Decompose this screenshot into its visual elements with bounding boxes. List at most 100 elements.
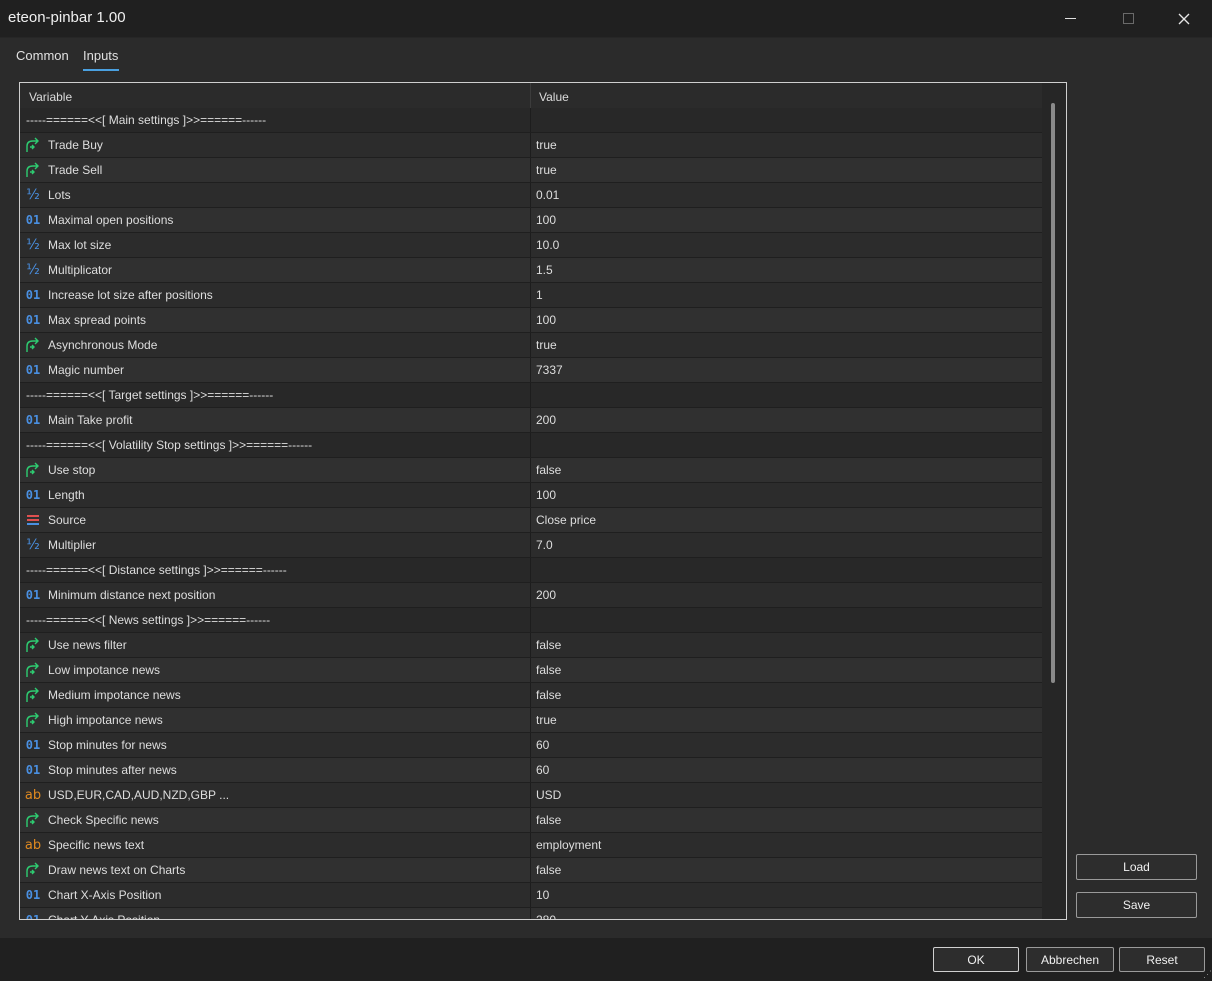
variable-value[interactable]: true (536, 338, 557, 352)
table-row[interactable]: ½ Multiplier 7.0 (20, 533, 1042, 558)
table-row[interactable]: Medium impotance news false (20, 683, 1042, 708)
variable-name: Magic number (48, 363, 125, 377)
variable-value[interactable]: true (536, 138, 557, 152)
table-row[interactable]: Asynchronous Mode true (20, 333, 1042, 358)
table-row[interactable]: Source Close price (20, 508, 1042, 533)
integer-icon: 01 (24, 361, 42, 379)
table-row[interactable]: Use news filter false (20, 633, 1042, 658)
scrollbar-thumb[interactable] (1051, 103, 1055, 683)
variable-value[interactable]: 7337 (536, 363, 563, 377)
bool-arrow-icon (24, 661, 42, 679)
variable-value[interactable]: false (536, 663, 561, 677)
reset-button[interactable]: Reset (1119, 947, 1205, 972)
column-header-variable[interactable]: Variable (29, 90, 72, 104)
cancel-button[interactable]: Abbrechen (1026, 947, 1114, 972)
variable-value[interactable]: 200 (536, 588, 556, 602)
variable-value[interactable]: 60 (536, 738, 549, 752)
variable-name: Medium impotance news (48, 688, 181, 702)
table-row[interactable]: Check Specific news false (20, 808, 1042, 833)
table-row[interactable]: High impotance news true (20, 708, 1042, 733)
string-ab-icon-glyph: ab (24, 837, 42, 853)
section-header-row[interactable]: -----======<<[ Main settings ]>>======--… (20, 108, 1042, 133)
variable-value[interactable]: 100 (536, 488, 556, 502)
variable-value[interactable]: 60 (536, 763, 549, 777)
variable-value[interactable]: 100 (536, 313, 556, 327)
tab-common[interactable]: Common (16, 48, 69, 70)
string-ab-icon-glyph: ab (24, 787, 42, 803)
variable-name: Lots (48, 188, 71, 202)
integer-icon-glyph: 01 (25, 588, 41, 602)
cell-divider (530, 458, 531, 482)
variable-name: Minimum distance next position (48, 588, 216, 602)
variable-name: Chart X-Axis Position (48, 888, 162, 902)
variable-value[interactable]: 280 (536, 913, 556, 919)
integer-icon-glyph: 01 (25, 913, 41, 920)
table-row[interactable]: ab Specific news text employment (20, 833, 1042, 858)
close-icon (1178, 13, 1190, 24)
table-row[interactable]: 01 Magic number 7337 (20, 358, 1042, 383)
variable-value[interactable]: 10.0 (536, 238, 559, 252)
variable-value[interactable]: 1.5 (536, 263, 553, 277)
variable-value[interactable]: 10 (536, 888, 549, 902)
variable-value[interactable]: 0.01 (536, 188, 559, 202)
table-row[interactable]: 01 Length 100 (20, 483, 1042, 508)
variable-name: Low impotance news (48, 663, 161, 677)
table-row[interactable]: ½ Multiplicator 1.5 (20, 258, 1042, 283)
variable-name: Check Specific news (48, 813, 159, 827)
variable-value[interactable]: false (536, 688, 561, 702)
fraction-icon-glyph: ½ (26, 237, 40, 253)
cell-divider (530, 483, 531, 507)
maximize-button[interactable] (1100, 0, 1156, 37)
table-row[interactable]: 01 Increase lot size after positions 1 (20, 283, 1042, 308)
column-header-value[interactable]: Value (539, 90, 569, 104)
variable-value[interactable]: false (536, 863, 561, 877)
load-button[interactable]: Load (1076, 854, 1197, 880)
table-row[interactable]: Trade Buy true (20, 133, 1042, 158)
table-row[interactable]: ½ Lots 0.01 (20, 183, 1042, 208)
table-row[interactable]: 01 Stop minutes for news 60 (20, 733, 1042, 758)
variable-value[interactable]: 100 (536, 213, 556, 227)
table-row[interactable]: Use stop false (20, 458, 1042, 483)
variable-value[interactable]: false (536, 813, 561, 827)
table-row[interactable]: Draw news text on Charts false (20, 858, 1042, 883)
variable-value[interactable]: true (536, 713, 557, 727)
variable-value[interactable]: 200 (536, 413, 556, 427)
variable-value[interactable]: 7.0 (536, 538, 553, 552)
variable-value[interactable]: false (536, 638, 561, 652)
variable-value[interactable]: Close price (536, 513, 596, 527)
variable-value[interactable]: false (536, 463, 561, 477)
table-row[interactable]: 01 Main Take profit 200 (20, 408, 1042, 433)
integer-icon-glyph: 01 (25, 738, 41, 752)
variable-value[interactable]: employment (536, 838, 601, 852)
column-separator[interactable] (530, 83, 531, 108)
section-header-row[interactable]: -----======<<[ Volatility Stop settings … (20, 433, 1042, 458)
table-row[interactable]: ½ Max lot size 10.0 (20, 233, 1042, 258)
resize-grip-icon[interactable]: ⋰ (1203, 970, 1212, 979)
variable-name: Multiplicator (48, 263, 113, 277)
bool-arrow-icon (24, 336, 42, 354)
minimize-button[interactable] (1042, 0, 1098, 37)
table-row[interactable]: 01 Chart X-Axis Position 10 (20, 883, 1042, 908)
table-row[interactable]: 01 Max spread points 100 (20, 308, 1042, 333)
table-row[interactable]: 01 Maximal open positions 100 (20, 208, 1042, 233)
variable-value[interactable]: 1 (536, 288, 543, 302)
table-row[interactable]: Trade Sell true (20, 158, 1042, 183)
save-button[interactable]: Save (1076, 892, 1197, 918)
cell-divider (530, 208, 531, 232)
section-header-row[interactable]: -----======<<[ Distance settings ]>>====… (20, 558, 1042, 583)
variable-name: Multiplier (48, 538, 97, 552)
table-row[interactable]: 01 Stop minutes after news 60 (20, 758, 1042, 783)
table-row[interactable]: ab USD,EUR,CAD,AUD,NZD,GBP ... USD (20, 783, 1042, 808)
close-button[interactable] (1156, 0, 1212, 37)
variable-name: Stop minutes after news (48, 763, 177, 777)
section-header-row[interactable]: -----======<<[ News settings ]>>======--… (20, 608, 1042, 633)
table-row[interactable]: Low impotance news false (20, 658, 1042, 683)
variable-value[interactable]: true (536, 163, 557, 177)
table-row[interactable]: 01 Chart Y-Axis Position 280 (20, 908, 1042, 920)
tab-inputs[interactable]: Inputs (83, 48, 118, 70)
variable-value[interactable]: USD (536, 788, 561, 802)
section-header-row[interactable]: -----======<<[ Target settings ]>>======… (20, 383, 1042, 408)
table-row[interactable]: 01 Minimum distance next position 200 (20, 583, 1042, 608)
ok-button[interactable]: OK (933, 947, 1019, 972)
grid-scrollbar[interactable] (1042, 83, 1066, 919)
